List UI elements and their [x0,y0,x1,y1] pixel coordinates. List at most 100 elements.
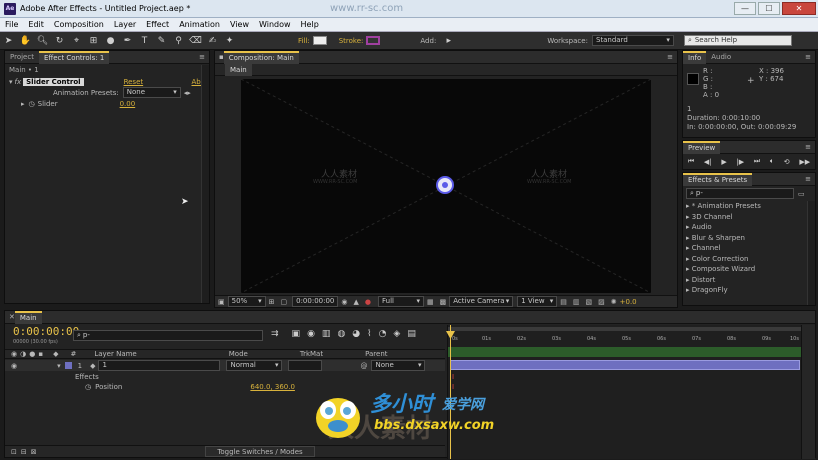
menu-file[interactable]: File [0,20,23,29]
pan-behind-tool-icon[interactable]: ⊞ [87,34,100,47]
label-icon[interactable]: ◆ [53,350,58,358]
scrollbar[interactable] [201,65,209,303]
zoom-tool-icon[interactable]: 🔍︎ [36,34,49,47]
brainstorm-icon[interactable]: ◕ [352,329,360,339]
effects-category[interactable]: ▸ * Animation Presets [686,201,815,212]
fast-preview-icon[interactable]: ▥ [573,298,580,306]
next-preset-icon[interactable]: ▸ [187,89,191,97]
panel-menu-icon[interactable]: ≡ [805,175,811,183]
effect-name[interactable]: Slider Control [23,77,84,86]
menu-composition[interactable]: Composition [49,20,109,29]
grid-icon[interactable]: ⊞ [269,298,275,306]
parent-select[interactable]: None ▾ [371,360,426,371]
layer-duration-bar[interactable] [450,360,800,370]
brush-tool-icon[interactable]: ✎ [155,34,168,47]
stopwatch-icon[interactable]: ◷ [29,100,35,108]
markers-icon[interactable]: ◈ [393,329,400,339]
shy-icon[interactable]: ◉ [307,329,315,339]
effects-category[interactable]: ▸ 3D Channel [686,212,815,223]
video-switch-icon[interactable]: ◉ [11,350,17,358]
camera-tool-icon[interactable]: ⌖ [70,34,83,47]
show-snapshot-icon[interactable]: ▲ [354,298,359,306]
presets-select[interactable]: None ▾ [122,87,181,98]
comp-mini-flowchart-icon[interactable]: ⇉ [271,329,279,339]
shy-switch-icon[interactable]: ◆ [90,362,95,370]
loop-icon[interactable]: ⟲ [784,158,790,166]
trkmat-field[interactable] [288,360,323,371]
expand-triangle-icon[interactable]: ▾ [57,362,61,370]
menu-view[interactable]: View [225,20,254,29]
toggle-switches-modes-button[interactable]: Toggle Switches / Modes [205,446,315,457]
prev-frame-icon[interactable]: ◀| [704,158,712,166]
layer-switches-icon[interactable]: ⊡ [11,448,17,456]
effects-category[interactable]: ▸ Color Correction [686,254,815,265]
solo-icon[interactable]: ● [29,350,35,358]
layer-name-header[interactable]: Layer Name [94,350,136,358]
menu-effect[interactable]: Effect [141,20,174,29]
add-dropdown-icon[interactable]: ▸ [442,34,455,47]
fill-swatch[interactable] [312,36,327,45]
effects-category[interactable]: ▸ Channel [686,243,815,254]
menu-help[interactable]: Help [296,20,324,29]
toggle-pixel-icon[interactable]: ▤ [560,298,567,306]
render-icon[interactable]: ▤ [407,329,416,339]
last-frame-icon[interactable]: ⏭ [754,157,760,166]
mode-select[interactable]: Normal ▾ [226,360,283,371]
effects-category[interactable]: ▸ Composite Wizard [686,264,815,275]
resolution-select[interactable]: Full ▾ [378,296,424,307]
expand-triangle-icon[interactable]: ▸ [21,100,25,108]
tab-preview[interactable]: Preview [683,140,721,154]
modes-icon[interactable]: ⊟ [21,448,27,456]
next-frame-icon[interactable]: |▶ [736,158,744,166]
first-frame-icon[interactable]: ⏮ [688,157,694,166]
stopwatch-icon[interactable]: ◷ [85,383,91,391]
timeline-search-input[interactable]: ⌕ p- [73,330,263,341]
expand-triangle-icon[interactable]: ▾ [9,78,13,86]
panel-menu-icon[interactable]: ≡ [199,53,205,61]
roto-tool-icon[interactable]: ✍ [206,34,219,47]
keyframe-icon[interactable]: I [452,373,454,381]
tab-main[interactable]: Main [225,63,252,76]
tab-info[interactable]: Info [683,50,707,64]
frame-blending-icon[interactable]: ▥ [322,329,331,339]
lock-icon[interactable]: ▪ [38,350,43,358]
tab-audio[interactable]: Audio [706,51,736,64]
tab-timeline-main[interactable]: Main [14,310,42,324]
tab-project[interactable]: Project [5,51,39,64]
clone-tool-icon[interactable]: ⚲ [172,34,185,47]
live-update-icon[interactable]: ◔ [379,329,387,339]
stroke-swatch[interactable] [366,36,381,45]
menu-window[interactable]: Window [254,20,296,29]
camera-select[interactable]: Active Camera ▾ [449,296,514,307]
fx-badge[interactable]: fx [15,78,22,86]
work-area-bar[interactable] [448,327,802,331]
effects-group[interactable]: Effects [75,373,99,381]
panel-menu-icon[interactable]: ≡ [667,53,673,61]
position-value[interactable]: 640.0, 360.0 [250,383,295,391]
panel-menu-icon[interactable]: ≡ [805,143,811,151]
tab-effect-controls[interactable]: Effect Controls: 1 [38,50,110,64]
visibility-icon[interactable]: ◉ [11,362,17,370]
region-icon[interactable]: ▢ [281,298,288,306]
reset-link[interactable]: Reset [124,78,144,86]
exposure-value[interactable]: +0.0 [620,298,637,306]
rotate-tool-icon[interactable]: ↻ [53,34,66,47]
search-help-input[interactable]: ⌕ Search Help [683,35,792,46]
exposure-icon[interactable]: ✺ [611,298,617,306]
label-color-swatch[interactable] [64,362,72,369]
type-tool-icon[interactable]: T [138,34,151,47]
pen-tool-icon[interactable]: ✒ [121,34,134,47]
channel-icon[interactable]: ● [365,298,371,306]
maximize-button[interactable]: ☐ [758,2,780,15]
timeline-icon[interactable]: ▧ [586,298,593,306]
timeline-scrollbar[interactable] [801,325,815,459]
tab-effects-presets[interactable]: Effects & Presets [683,172,753,186]
ram-preview-icon[interactable]: ▶▶ [799,158,810,166]
motion-blur-icon[interactable]: ◍ [337,329,345,339]
snapshot-icon[interactable]: ◉ [341,298,347,306]
panel-menu-icon[interactable]: ≡ [805,53,811,61]
in-out-icon[interactable]: ⊠ [31,448,37,456]
new-folder-icon[interactable]: ▭ [798,190,805,198]
audio-switch-icon[interactable]: ◑ [20,350,26,358]
views-select[interactable]: 1 View ▾ [517,296,558,307]
